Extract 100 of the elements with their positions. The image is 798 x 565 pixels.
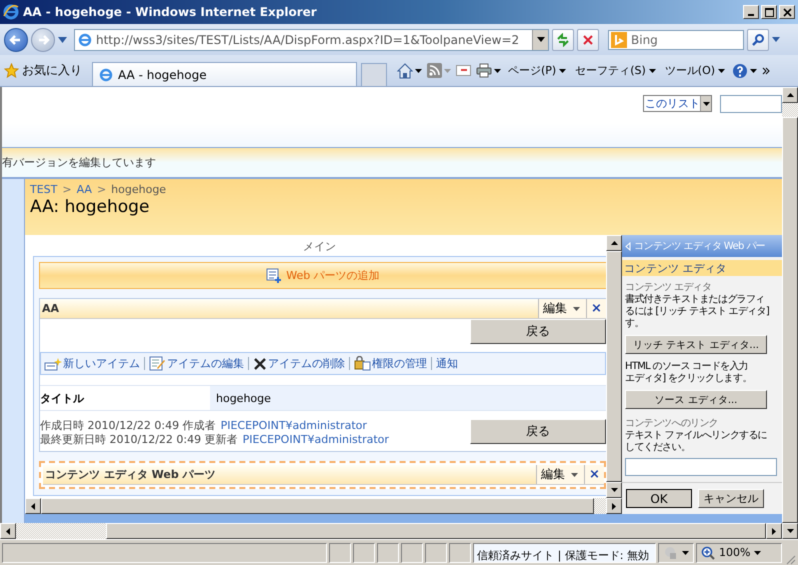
- scroll-right-button[interactable]: [766, 523, 782, 539]
- status-pane: [329, 542, 352, 562]
- command-menu[interactable]: ページ(P): [506, 63, 568, 78]
- home-icon[interactable]: [397, 62, 413, 78]
- back-button[interactable]: [4, 28, 28, 52]
- caret-icon[interactable]: [415, 68, 422, 72]
- edit-menu[interactable]: 編集: [536, 465, 584, 484]
- horizontal-scrollbar[interactable]: [0, 523, 782, 539]
- scroll-left-button[interactable]: [25, 498, 41, 514]
- feed-icon[interactable]: [427, 63, 442, 78]
- stop-button[interactable]: [577, 28, 599, 50]
- maximize-button[interactable]: [761, 5, 777, 19]
- scroll-down-button[interactable]: [782, 523, 798, 539]
- cancel-button[interactable]: キャンセル: [698, 489, 764, 508]
- web-part-title: コンテンツ エディタ Web パーツ: [44, 467, 217, 483]
- toolbar-link[interactable]: アイテムの削除: [253, 356, 345, 371]
- star-icon: [4, 63, 19, 78]
- status-pane: [353, 542, 376, 562]
- scroll-left-button[interactable]: [0, 523, 16, 539]
- toolbar-link[interactable]: 新しいアイテム: [44, 356, 140, 371]
- edit-menu[interactable]: 編集: [538, 299, 586, 318]
- scroll-right-button[interactable]: [606, 498, 622, 514]
- zoom-level-button[interactable]: 100%: [696, 542, 782, 562]
- caret-icon: [648, 68, 656, 72]
- caret-icon[interactable]: [494, 68, 501, 72]
- breadcrumb-link[interactable]: TEST: [30, 183, 58, 196]
- help-icon[interactable]: [732, 62, 748, 78]
- resize-grip-icon[interactable]: [784, 553, 796, 565]
- source-editor-button[interactable]: ソース エディタ...: [625, 390, 767, 409]
- caret-icon: [559, 68, 566, 72]
- right-arrow-icon: [612, 502, 616, 510]
- status-pane: [401, 542, 424, 562]
- zone-label: メイン: [302, 239, 337, 255]
- scrollbar-thumb[interactable]: [106, 523, 766, 539]
- caret-icon: [702, 102, 710, 106]
- command-menu[interactable]: ツール(O): [662, 63, 728, 78]
- toolbar-link[interactable]: 通知: [436, 356, 458, 371]
- search-icon: [752, 33, 764, 46]
- protected-mode-button[interactable]: [658, 542, 694, 562]
- minimize-button[interactable]: [743, 5, 759, 19]
- browser-tab[interactable]: AA - hogehoge: [92, 62, 357, 86]
- page-icon: [78, 32, 92, 46]
- caret-icon[interactable]: [750, 68, 758, 72]
- status-pane: [449, 542, 472, 562]
- instruction-text: 書式付きテキストまたはグラフィ るには [リッチ テキスト エディタ] す。: [625, 294, 770, 330]
- site-search-field[interactable]: [720, 95, 782, 113]
- close-button[interactable]: [779, 5, 795, 19]
- down-arrow-icon: [610, 488, 618, 492]
- window-title: AA - hogehoge - Windows Internet Explorer: [23, 5, 318, 19]
- banner-text: 有バージョンを編集しています: [2, 155, 156, 170]
- toolbar-link[interactable]: 権限の管理: [354, 356, 427, 371]
- delete-icon: [253, 356, 267, 370]
- mail-icon[interactable]: [456, 65, 471, 76]
- search-button[interactable]: [747, 28, 769, 50]
- ok-button[interactable]: OK: [626, 489, 692, 508]
- scroll-up-button[interactable]: [782, 87, 798, 103]
- close-web-part-button[interactable]: ×: [586, 299, 606, 318]
- field-value: hogehoge: [210, 386, 606, 410]
- back-button[interactable]: 戻る: [470, 419, 606, 444]
- close-icon: [782, 8, 792, 16]
- printer-icon[interactable]: [476, 63, 492, 78]
- scroll-up-button[interactable]: [606, 235, 622, 251]
- section-heading: コンテンツへのリンク: [625, 418, 720, 430]
- web-part-title: AA: [41, 301, 60, 317]
- forward-button[interactable]: [31, 28, 55, 52]
- favorites-button[interactable]: お気に入り: [4, 62, 88, 79]
- breadcrumb-current: hogehoge: [111, 183, 166, 196]
- scope-dropdown[interactable]: このリスト: [643, 95, 712, 112]
- chevron-icon[interactable]: [762, 66, 770, 74]
- scroll-down-button[interactable]: [606, 482, 622, 498]
- caret-icon: [682, 550, 688, 554]
- collapse-arrow-icon: [625, 242, 631, 250]
- search-field[interactable]: Bing: [608, 30, 744, 50]
- breadcrumb-link[interactable]: AA: [76, 183, 92, 196]
- instruction-text: テキスト ファイルへリンクするに してください。: [625, 430, 768, 454]
- command-menu[interactable]: セーフティ(S): [573, 63, 658, 78]
- address-field[interactable]: http://wss3/sites/TEST/Lists/AA/DispForm.aspx?ID=1&ToolpaneView=2: [74, 28, 549, 50]
- user-link[interactable]: PIECEPOINT¥administrator: [242, 433, 389, 447]
- refresh-icon: [556, 32, 570, 46]
- user-link[interactable]: PIECEPOINT¥administrator: [220, 419, 367, 433]
- tool-pane-section[interactable]: コンテンツ エディタ: [622, 260, 782, 276]
- status-pane: [425, 542, 448, 562]
- address-dropdown-button[interactable]: [532, 30, 548, 50]
- breadcrumb-separator: >: [96, 183, 106, 196]
- page-title: AA: hogehoge: [30, 197, 150, 217]
- caret-icon: [536, 37, 544, 42]
- zoom-icon: [701, 546, 715, 560]
- back-button[interactable]: 戻る: [470, 319, 606, 344]
- refresh-button[interactable]: [552, 28, 574, 50]
- browser-logo-icon: [3, 4, 19, 20]
- status-pane: [377, 542, 400, 562]
- toolbar-link[interactable]: アイテムの編集: [149, 356, 244, 371]
- close-web-part-button[interactable]: ×: [584, 465, 604, 484]
- add-document-icon: [266, 268, 282, 284]
- security-zone-status[interactable]: 信頼済みサイト | 保護モード: 無効: [473, 542, 656, 562]
- new-item-icon: [44, 356, 62, 370]
- edit-document-icon: [149, 356, 166, 371]
- rich-text-editor-button[interactable]: リッチ テキスト エディタ...: [625, 335, 767, 354]
- link-input-field[interactable]: [625, 458, 777, 476]
- metadata-text: 作成日時 2010/12/22 0:49 作成者: [40, 419, 216, 433]
